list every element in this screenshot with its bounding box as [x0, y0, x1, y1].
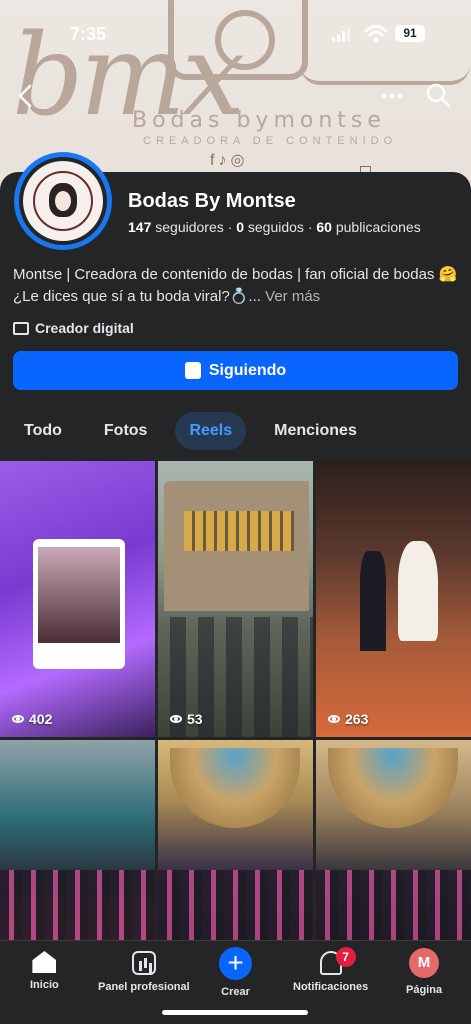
wifi-icon — [364, 25, 388, 43]
profile-page: bmx Bodas bymontse CREADORA DE CONTENIDO… — [0, 0, 471, 1024]
plus-icon: + — [219, 947, 252, 980]
following-button[interactable]: Siguiendo — [13, 351, 458, 390]
page-avatar: M — [409, 948, 440, 978]
stats-separator: · — [307, 219, 313, 235]
posts-label: publicaciones — [335, 219, 421, 235]
page-title: Bodas By Montse — [128, 190, 296, 212]
nav-panel-profesional[interactable]: Panel profesional — [98, 951, 190, 993]
reel-thumbnail[interactable]: 263 — [316, 461, 471, 737]
status-time: 7:35 — [70, 24, 107, 44]
creator-icon — [13, 321, 29, 335]
cover-social-icons: f♪◎ — [210, 152, 249, 169]
building-image — [164, 481, 309, 611]
nav-label: Notificaciones — [293, 981, 369, 993]
status-bar: 7:35 91 — [0, 0, 471, 60]
cover-tagline: CREADORA DE CONTENIDO — [143, 135, 398, 147]
view-count-value: 402 — [29, 711, 53, 727]
tab-todo[interactable]: Todo — [10, 412, 76, 450]
view-count: 263 — [328, 711, 368, 727]
reel-thumbnail[interactable] — [0, 740, 155, 940]
groom-image — [360, 551, 386, 651]
eye-icon — [328, 715, 340, 723]
bride-image — [398, 541, 438, 641]
tab-menciones[interactable]: Menciones — [260, 412, 371, 450]
profile-bio: Montse | Creadora de contenido de bodas … — [13, 264, 458, 308]
reel-thumbnail[interactable]: 53 — [158, 461, 313, 737]
back-arrow-icon[interactable] — [14, 82, 38, 110]
photo-frame-prop — [33, 539, 125, 669]
see-more-link[interactable]: Ver más — [265, 288, 320, 305]
nav-label: Panel profesional — [98, 981, 190, 993]
dashboard-icon — [131, 951, 156, 975]
following-icon — [184, 362, 201, 379]
bio-text: Montse | Creadora de contenido de bodas … — [13, 266, 458, 305]
nav-notificaciones[interactable]: 7 Notificaciones — [293, 947, 369, 993]
view-count: 402 — [12, 711, 52, 727]
posts-count: 60 — [316, 219, 332, 235]
nav-inicio[interactable]: Inicio — [30, 951, 59, 991]
dome-ceiling-image — [170, 748, 300, 828]
reel-thumbnail[interactable]: 402 — [0, 461, 155, 737]
eye-icon — [170, 715, 182, 723]
nav-label: Crear — [221, 986, 250, 998]
followers-label[interactable]: seguidores — [155, 219, 224, 235]
signal-icon — [332, 28, 350, 42]
nav-label: Inicio — [30, 979, 59, 991]
profile-tabs: Todo Fotos Reels Menciones — [10, 412, 371, 450]
category-row: Creador digital — [13, 320, 134, 336]
eye-icon — [12, 715, 24, 723]
bell-icon: 7 — [319, 947, 356, 975]
following-button-label: Siguiendo — [208, 361, 287, 379]
home-indicator[interactable] — [162, 1010, 308, 1015]
dome-ceiling-image — [328, 748, 458, 828]
party-crowd-image — [158, 870, 313, 940]
battery-indicator: 91 — [395, 25, 425, 42]
profile-stats: 147 seguidores · 0 seguidos · 60 publica… — [128, 219, 421, 235]
notification-badge: 7 — [335, 947, 356, 967]
reel-thumbnail[interactable] — [316, 740, 471, 940]
cover-brand: Bodas bymontse — [132, 108, 386, 133]
nav-label: Página — [406, 984, 443, 996]
tab-fotos[interactable]: Fotos — [90, 412, 162, 450]
followers-count[interactable]: 147 — [128, 219, 151, 235]
category-label: Creador digital — [35, 320, 134, 336]
view-count-value: 263 — [345, 711, 369, 727]
avatar-image — [23, 161, 103, 241]
view-count: 53 — [170, 711, 203, 727]
home-icon — [32, 951, 57, 973]
stats-separator: · — [227, 219, 233, 235]
tab-reels[interactable]: Reels — [175, 412, 247, 450]
reels-grid: 402 53 263 — [0, 461, 471, 940]
nav-pagina[interactable]: M Página — [406, 948, 443, 996]
reel-thumbnail[interactable] — [158, 740, 313, 940]
party-crowd-image — [0, 870, 155, 940]
view-count-value: 53 — [187, 711, 203, 727]
search-icon[interactable] — [425, 82, 451, 108]
nav-crear[interactable]: + Crear — [219, 947, 252, 998]
following-label[interactable]: seguidos — [248, 219, 304, 235]
following-count[interactable]: 0 — [236, 219, 244, 235]
party-crowd-image — [316, 870, 471, 940]
more-options-icon[interactable] — [380, 92, 404, 100]
avatar[interactable] — [14, 152, 112, 250]
